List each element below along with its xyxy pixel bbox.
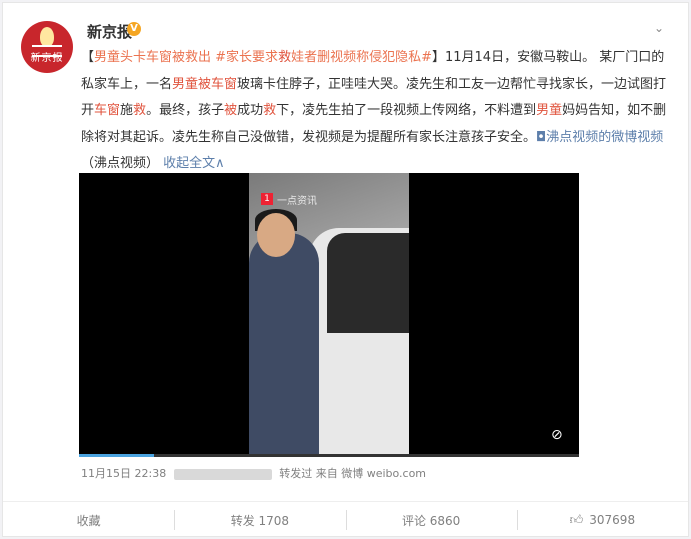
car-window [327, 233, 409, 333]
post-source[interactable]: 来自 微博 weibo.com [316, 467, 426, 480]
like-count: 307698 [589, 513, 636, 527]
post-text-segment: 车窗 [94, 103, 121, 118]
post-text-segment: 男童被车窗 [172, 76, 238, 92]
video-frame: 1 一点资讯 [249, 173, 409, 457]
post-time[interactable]: 11月15日 22:38 [81, 467, 166, 480]
repost-button[interactable]: 转发 1708 [174, 502, 345, 538]
post-text-segment: 男童 [536, 103, 563, 118]
comment-label: 评论 6860 [401, 513, 461, 528]
like-button[interactable]: 👍︎ 307698 [516, 502, 688, 538]
video-progress[interactable] [79, 454, 579, 457]
account-name[interactable]: 新京报 [87, 21, 132, 42]
post-text-segment: 【 [81, 50, 95, 65]
post-text-segment: 救 [263, 103, 277, 118]
person-shape [249, 233, 319, 457]
flame-icon [40, 27, 54, 47]
video-watermark: 一点资讯 [277, 196, 317, 207]
mute-icon[interactable]: ⊘ [551, 427, 567, 443]
post-text-segment: 被 [224, 103, 238, 118]
post-text-segment: 救 [133, 103, 147, 118]
post-link[interactable]: 男童头卡车窗被救出 [94, 50, 215, 65]
avatar-logo-text: 新京报 [30, 53, 64, 64]
repost-via: 转发过 [279, 467, 313, 480]
blurred-username [173, 468, 272, 480]
post-link[interactable]: #家长要求 [215, 50, 278, 65]
post-text-segment: 成功 [237, 103, 264, 118]
post-text-segment: 施 [120, 103, 134, 118]
watermark-logo-icon: 1 [261, 193, 273, 205]
video-player[interactable]: 1 一点资讯 ⊘ [79, 173, 579, 457]
post-text-segment: 下，凌先生拍了一段视频上传网络，不料遭到 [276, 103, 537, 118]
weibo-card: 新京报 新京报 V ⌄ 【男童头卡车窗被救出 #家长要求救娃者删视频称侵犯隐私#… [2, 2, 689, 537]
post-text-segment: （沸点视频） [81, 156, 164, 171]
avatar[interactable]: 新京报 [21, 21, 73, 73]
video-progress-fill [79, 454, 154, 457]
head-shape [257, 213, 295, 257]
post-link[interactable]: ◘沸点视频的微博视频 [536, 130, 663, 145]
chevron-down-icon[interactable]: ⌄ [654, 21, 670, 37]
post-link[interactable]: 娃者删视频称侵犯隐私# [291, 50, 432, 65]
verified-badge-icon: V [127, 22, 141, 36]
action-bar: 收藏 转发 1708 评论 6860 👍︎ 307698 [3, 501, 688, 538]
comment-button[interactable]: 评论 6860 [345, 502, 517, 538]
collect-button[interactable]: 收藏 [3, 502, 174, 538]
collect-label: 收藏 [76, 513, 101, 528]
repost-label: 转发 1708 [230, 513, 290, 528]
post-link[interactable]: 收起全文∧ [163, 156, 225, 171]
thumb-up-icon: 👍︎ [569, 512, 584, 528]
post-meta: 11月15日 22:38 转发过 来自 微博 weibo.com [81, 465, 426, 481]
post-text-segment: 。最终，孩子 [146, 103, 225, 118]
post-text-segment: 救 [278, 50, 292, 65]
post-text: 【男童头卡车窗被救出 #家长要求救娃者删视频称侵犯隐私#】11月14日，安徽马鞍… [81, 45, 677, 178]
